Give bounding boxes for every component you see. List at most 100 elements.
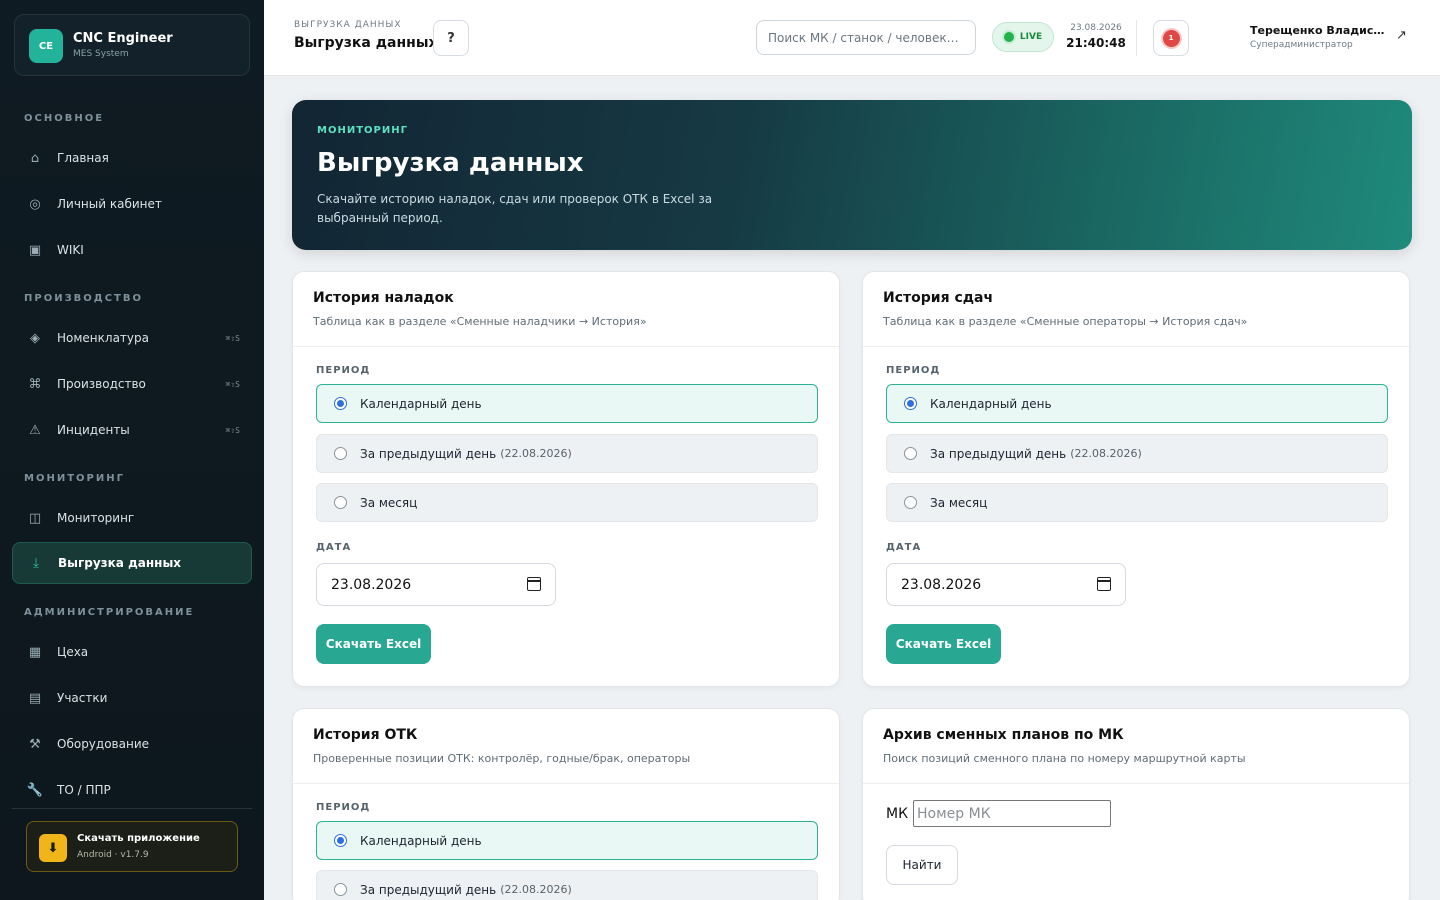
download-excel-button[interactable]: Скачать Excel bbox=[886, 624, 1001, 664]
download-excel-button[interactable]: Скачать Excel bbox=[316, 624, 431, 664]
live-dot-icon bbox=[1003, 32, 1014, 42]
sidebar-item-home[interactable]: ⌂ Главная bbox=[12, 137, 252, 179]
sidebar-item-production[interactable]: ⌘ Производство ⌘⇧S bbox=[12, 363, 252, 405]
shortcut-hint: ⌘⇧S bbox=[225, 425, 240, 435]
period-option-day[interactable]: Календарный день bbox=[316, 384, 818, 423]
period-option-prev-day[interactable]: За предыдущий день (22.08.2026) bbox=[886, 434, 1388, 473]
date-field[interactable]: 23.08.2026 bbox=[316, 563, 556, 606]
brand-subtitle: MES System bbox=[73, 49, 129, 59]
card-header: История наладок Таблица как в разделе «С… bbox=[293, 272, 839, 347]
page-title: Выгрузка данных bbox=[294, 35, 438, 51]
option-label: За предыдущий день bbox=[360, 446, 497, 461]
sidebar-item-label: Цеха bbox=[57, 645, 89, 659]
radio-unchecked-icon bbox=[904, 447, 917, 460]
wiki-icon: ▣ bbox=[28, 242, 42, 258]
radio-unchecked-icon bbox=[334, 447, 347, 460]
download-app-button[interactable]: ⬇ Скачать приложение Android · v1.7.9 bbox=[26, 821, 238, 872]
notification-badge: 1 bbox=[1162, 29, 1180, 47]
date-label: ДАТА bbox=[886, 542, 922, 553]
help-button[interactable]: ? bbox=[433, 20, 469, 56]
sidebar-item-workshops[interactable]: ▦ Цеха bbox=[12, 631, 252, 673]
shortcut-hint: ⌘⇧S bbox=[225, 333, 240, 343]
period-option-month[interactable]: За месяц bbox=[886, 483, 1388, 522]
section-label-monitoring: МОНИТОРИНГ bbox=[24, 473, 125, 484]
topbar-divider bbox=[1136, 20, 1137, 56]
sidebar-item-monitoring[interactable]: ◫ Мониторинг bbox=[12, 497, 252, 539]
radio-unchecked-icon bbox=[904, 496, 917, 509]
monitoring-icon: ◫ bbox=[28, 510, 42, 526]
expand-icon[interactable]: ↗ bbox=[1396, 28, 1407, 43]
hero-title: Выгрузка данных bbox=[317, 148, 584, 178]
user-role: Суперадминистратор bbox=[1250, 40, 1353, 50]
period-option-day[interactable]: Календарный день bbox=[316, 821, 818, 860]
sidebar-item-profile[interactable]: ◎ Личный кабинет bbox=[12, 183, 252, 225]
home-icon: ⌂ bbox=[30, 150, 40, 166]
shortcut-hint: ⌘⇧S bbox=[225, 379, 240, 389]
search-input[interactable] bbox=[756, 20, 976, 55]
mk-number-input[interactable] bbox=[913, 800, 1112, 827]
section-label-admin: АДМИНИСТРИРОВАНИЕ bbox=[24, 607, 195, 618]
notifications-button[interactable]: 1 bbox=[1153, 20, 1189, 56]
period-option-prev-day[interactable]: За предыдущий день (22.08.2026) bbox=[316, 870, 818, 900]
handovers-history-card: История сдач Таблица как в разделе «Смен… bbox=[862, 271, 1410, 687]
calendar-icon[interactable] bbox=[527, 577, 541, 591]
date-value: 23.08.2026 bbox=[331, 576, 412, 593]
download-app-version: Android · v1.7.9 bbox=[77, 850, 149, 860]
live-indicator: LIVE bbox=[992, 22, 1054, 52]
sidebar-item-label: ТО / ППР bbox=[57, 783, 111, 797]
card-header: История сдач Таблица как в разделе «Смен… bbox=[863, 272, 1409, 347]
brand-logo: CE bbox=[29, 29, 63, 63]
period-option-day[interactable]: Календарный день bbox=[886, 384, 1388, 423]
find-button[interactable]: Найти bbox=[886, 845, 958, 885]
card-subtitle: Поиск позиций сменного плана по номеру м… bbox=[883, 752, 1246, 765]
sidebar-divider bbox=[12, 808, 252, 809]
period-option-month[interactable]: За месяц bbox=[316, 483, 818, 522]
sidebar-item-maintenance[interactable]: 🔧 ТО / ППР bbox=[12, 769, 252, 811]
sidebar-item-label: Главная bbox=[57, 151, 109, 165]
section-label-main: ОСНОВНОЕ bbox=[24, 113, 105, 124]
sidebar-item-sections[interactable]: ▤ Участки bbox=[12, 677, 252, 719]
sidebar-item-label: Участки bbox=[57, 691, 108, 705]
option-label: За месяц bbox=[360, 495, 418, 510]
calendar-icon[interactable] bbox=[1097, 577, 1111, 591]
equipment-icon: ⚒ bbox=[29, 736, 41, 752]
period-label: ПЕРИОД bbox=[316, 802, 371, 813]
brand-block[interactable]: CE CNC Engineer MES System bbox=[14, 14, 250, 76]
period-option-prev-day[interactable]: За предыдущий день (22.08.2026) bbox=[316, 434, 818, 473]
user-name[interactable]: Терещенко Владислав Владимирович bbox=[1250, 24, 1390, 37]
sidebar-item-label: WIKI bbox=[57, 243, 84, 257]
nomenclature-icon: ◈ bbox=[30, 330, 40, 346]
card-subtitle: Проверенные позиции ОТК: контролёр, годн… bbox=[313, 752, 691, 765]
sidebar-item-incidents[interactable]: ⚠ Инциденты ⌘⇧S bbox=[12, 409, 252, 451]
brand-title: CNC Engineer bbox=[73, 31, 173, 46]
production-icon: ⌘ bbox=[28, 376, 42, 392]
option-date: (22.08.2026) bbox=[1070, 447, 1142, 460]
option-date: (22.08.2026) bbox=[500, 883, 572, 896]
sidebar-item-data-export[interactable]: ⤓ Выгрузка данных bbox=[12, 542, 252, 584]
sidebar-item-wiki[interactable]: ▣ WIKI bbox=[12, 229, 252, 271]
sidebar-item-label: Выгрузка данных bbox=[58, 556, 182, 570]
sidebar: CE CNC Engineer MES System ОСНОВНОЕ ⌂ Гл… bbox=[0, 0, 264, 900]
option-label: Календарный день bbox=[360, 833, 482, 848]
mk-archive-card: Архив сменных планов по МК Поиск позиций… bbox=[862, 708, 1410, 900]
card-title: История наладок bbox=[313, 290, 454, 306]
maintenance-icon: 🔧 bbox=[26, 782, 44, 798]
sidebar-item-equipment[interactable]: ⚒ Оборудование bbox=[12, 723, 252, 765]
card-header: Архив сменных планов по МК Поиск позиций… bbox=[863, 709, 1409, 784]
download-app-icon: ⬇ bbox=[39, 834, 67, 862]
sidebar-item-label: Личный кабинет bbox=[57, 197, 162, 211]
current-time: 21:40:48 bbox=[1066, 36, 1126, 50]
hero-description: Скачайте историю наладок, сдач или прове… bbox=[317, 192, 713, 225]
mk-search-row: МК bbox=[886, 800, 1112, 827]
breadcrumb: ВЫГРУЗКА ДАННЫХ bbox=[294, 20, 402, 30]
radio-checked-icon bbox=[334, 397, 347, 410]
card-title: История сдач bbox=[883, 290, 994, 306]
radio-unchecked-icon bbox=[334, 883, 347, 896]
date-field[interactable]: 23.08.2026 bbox=[886, 563, 1126, 606]
card-title: История ОТК bbox=[313, 727, 418, 743]
sidebar-item-label: Номенклатура bbox=[57, 331, 149, 345]
date-value: 23.08.2026 bbox=[901, 576, 982, 593]
sidebar-item-nomenclature[interactable]: ◈ Номенклатура ⌘⇧S bbox=[12, 317, 252, 359]
topbar: ВЫГРУЗКА ДАННЫХ Выгрузка данных ? LIVE 2… bbox=[264, 0, 1440, 76]
setups-history-card: История наладок Таблица как в разделе «С… bbox=[292, 271, 840, 687]
